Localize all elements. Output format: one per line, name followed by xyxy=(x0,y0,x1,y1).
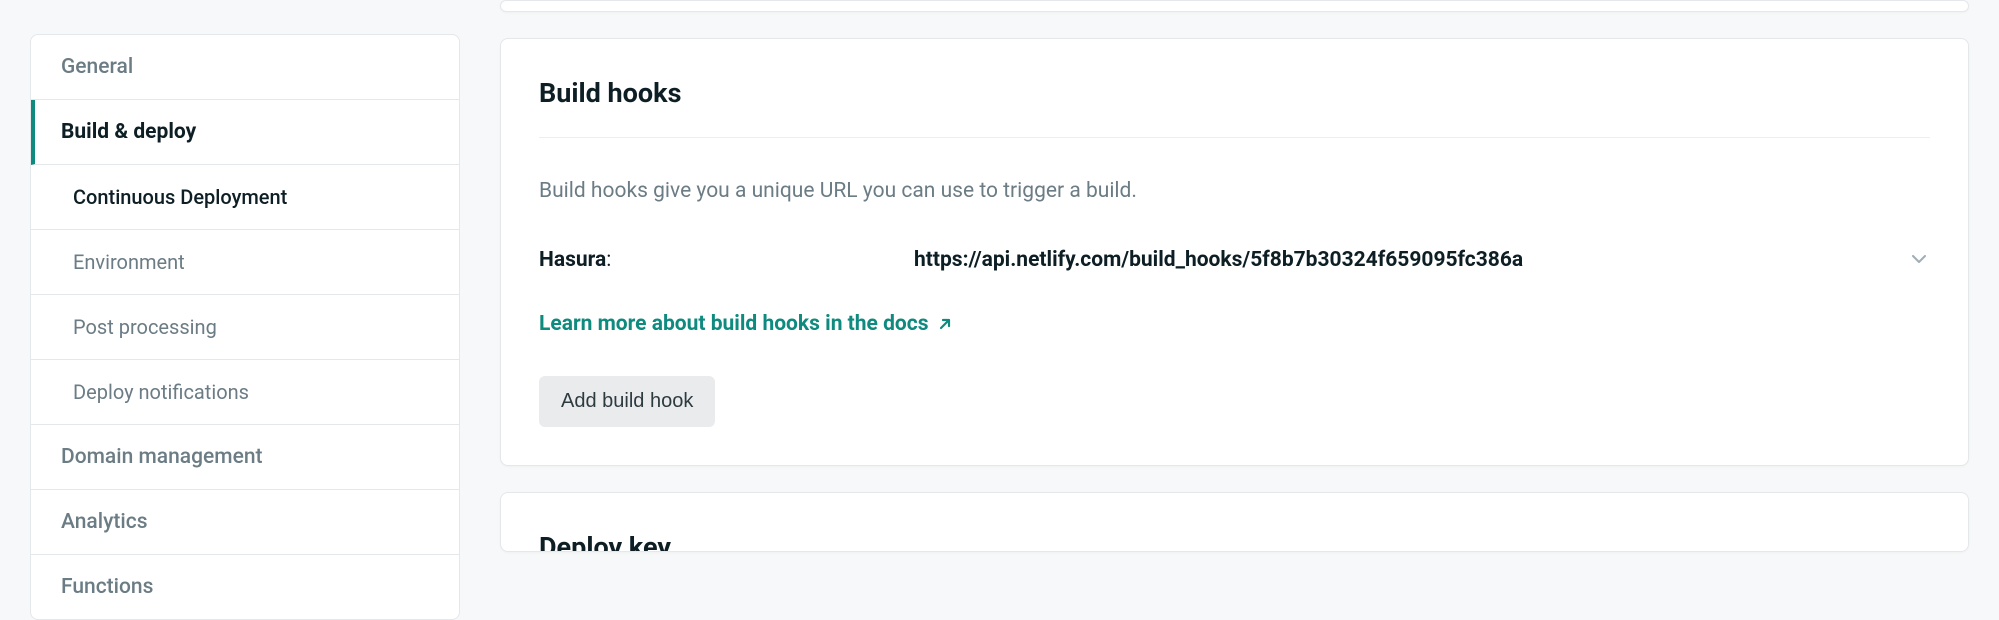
chevron-down-icon[interactable] xyxy=(1912,252,1930,268)
build-hooks-card: Build hooks Build hooks give you a uniqu… xyxy=(500,38,1969,466)
sidebar-subitem-continuous-deployment[interactable]: Continuous Deployment xyxy=(31,165,459,230)
deploy-key-title: Deploy key xyxy=(539,531,1930,552)
build-hook-row[interactable]: Hasura https://api.netlify.com/build_hoo… xyxy=(539,248,1930,272)
sidebar-subitem-environment[interactable]: Environment xyxy=(31,230,459,295)
sidebar-item-general[interactable]: General xyxy=(31,35,459,100)
sidebar-subitem-deploy-notifications[interactable]: Deploy notifications xyxy=(31,360,459,425)
sidebar-item-functions[interactable]: Functions xyxy=(31,555,459,619)
main-content: Build hooks Build hooks give you a uniqu… xyxy=(500,0,1999,620)
deploy-key-card: Deploy key xyxy=(500,492,1969,552)
sidebar-item-build-deploy[interactable]: Build & deploy xyxy=(31,100,459,165)
sidebar-item-domain-management[interactable]: Domain management xyxy=(31,425,459,490)
add-build-hook-button[interactable]: Add build hook xyxy=(539,376,715,427)
page-layout: General Build & deploy Continuous Deploy… xyxy=(0,0,1999,620)
previous-card-edge xyxy=(500,0,1969,12)
external-link-icon xyxy=(937,316,953,332)
build-hooks-description: Build hooks give you a unique URL you ca… xyxy=(539,176,1930,208)
build-hooks-title: Build hooks xyxy=(539,77,1930,138)
build-hook-name: Hasura xyxy=(539,248,914,272)
sidebar-subitem-post-processing[interactable]: Post processing xyxy=(31,295,459,360)
docs-link-text: Learn more about build hooks in the docs xyxy=(539,312,929,336)
build-hooks-docs-link[interactable]: Learn more about build hooks in the docs xyxy=(539,312,953,336)
build-hook-url: https://api.netlify.com/build_hooks/5f8b… xyxy=(914,248,1912,272)
sidebar-item-analytics[interactable]: Analytics xyxy=(31,490,459,555)
settings-sidebar: General Build & deploy Continuous Deploy… xyxy=(30,34,460,620)
